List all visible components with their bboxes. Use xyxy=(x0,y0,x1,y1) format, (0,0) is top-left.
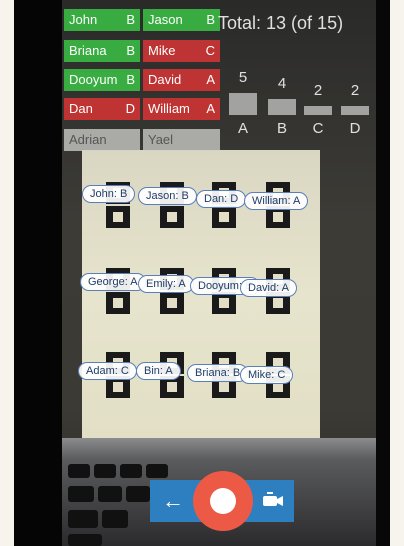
scan-result-tag[interactable]: William: A xyxy=(244,192,309,210)
student-grade: B xyxy=(206,12,215,27)
student-name: Dan xyxy=(69,101,93,116)
scan-result-tag[interactable]: Emily: A xyxy=(138,275,194,293)
answer-card-code xyxy=(106,292,130,314)
grade-bar-d xyxy=(341,106,369,115)
student-grade: A xyxy=(206,72,215,87)
roster-row[interactable]: John B xyxy=(64,9,140,31)
grade-label: C xyxy=(312,120,324,137)
answer-card-code xyxy=(160,206,184,228)
student-name: Jason xyxy=(148,12,183,27)
student-grade: D xyxy=(125,101,135,116)
grade-bar-b xyxy=(268,99,296,115)
switch-camera-button[interactable] xyxy=(258,488,288,514)
roster-row[interactable]: Briana B xyxy=(64,40,140,62)
roster-row[interactable]: Adrian xyxy=(64,129,140,151)
switch-camera-icon xyxy=(263,492,283,506)
scan-result-tag[interactable]: George: A xyxy=(80,273,146,291)
roster-row[interactable]: Dan D xyxy=(64,98,140,120)
student-name: Briana xyxy=(69,43,107,58)
scan-result-tag[interactable]: Adam: C xyxy=(78,362,137,380)
student-name: Yael xyxy=(148,132,174,147)
roster-row[interactable]: Dooyum B xyxy=(64,69,140,91)
grade-count: 4 xyxy=(277,75,287,92)
student-name: David xyxy=(148,72,182,87)
back-button[interactable]: ← xyxy=(158,488,188,514)
student-name: William xyxy=(148,101,190,116)
total-count: Total: 13 (of 15) xyxy=(218,13,344,33)
record-button[interactable] xyxy=(193,471,253,531)
key xyxy=(68,464,90,478)
scan-result-tag[interactable]: John: B xyxy=(82,185,136,203)
scan-result-tag[interactable]: Dan: D xyxy=(196,190,247,208)
student-grade: B xyxy=(126,43,135,58)
student-name: Dooyum xyxy=(69,72,118,87)
key xyxy=(102,510,128,528)
roster-row[interactable]: David A xyxy=(143,69,220,91)
scan-result-tag[interactable]: David: A xyxy=(240,279,297,297)
roster-row[interactable]: Jason B xyxy=(143,9,220,31)
student-name: Adrian xyxy=(69,132,107,147)
answer-card-code xyxy=(212,292,236,314)
scan-result-tag[interactable]: Bin: A xyxy=(136,362,181,380)
key xyxy=(68,534,102,546)
answer-card-code xyxy=(106,206,130,228)
roster-row[interactable]: William A xyxy=(143,98,220,120)
key xyxy=(120,464,142,478)
camera-edge-right xyxy=(376,0,390,546)
scan-result-tag[interactable]: Jason: B xyxy=(138,187,197,205)
grade-bar-c xyxy=(304,106,332,115)
student-grade: C xyxy=(205,43,215,58)
key xyxy=(126,486,150,502)
roster-row[interactable]: Yael xyxy=(143,129,220,151)
answer-card-code xyxy=(160,292,184,314)
key xyxy=(94,464,116,478)
grade-bar-a xyxy=(229,93,257,115)
student-name: John xyxy=(69,12,98,27)
grade-label: D xyxy=(349,120,361,137)
key xyxy=(68,510,98,528)
key xyxy=(146,464,168,478)
grade-count: 2 xyxy=(313,82,323,99)
student-grade: B xyxy=(126,72,135,87)
student-name: Mike xyxy=(148,43,176,58)
answer-card-code xyxy=(212,206,236,228)
key xyxy=(68,486,94,502)
key xyxy=(98,486,122,502)
student-grade: A xyxy=(206,101,215,116)
roster-row[interactable]: Mike C xyxy=(143,40,220,62)
camera-edge-left xyxy=(14,0,62,546)
student-grade: B xyxy=(126,12,135,27)
scan-result-tag[interactable]: Mike: C xyxy=(240,366,294,384)
grade-count: 5 xyxy=(238,69,248,86)
grade-label: B xyxy=(276,120,287,137)
arrow-left-icon: ← xyxy=(162,488,184,513)
grade-label: A xyxy=(237,120,248,137)
grade-count: 2 xyxy=(350,82,360,99)
